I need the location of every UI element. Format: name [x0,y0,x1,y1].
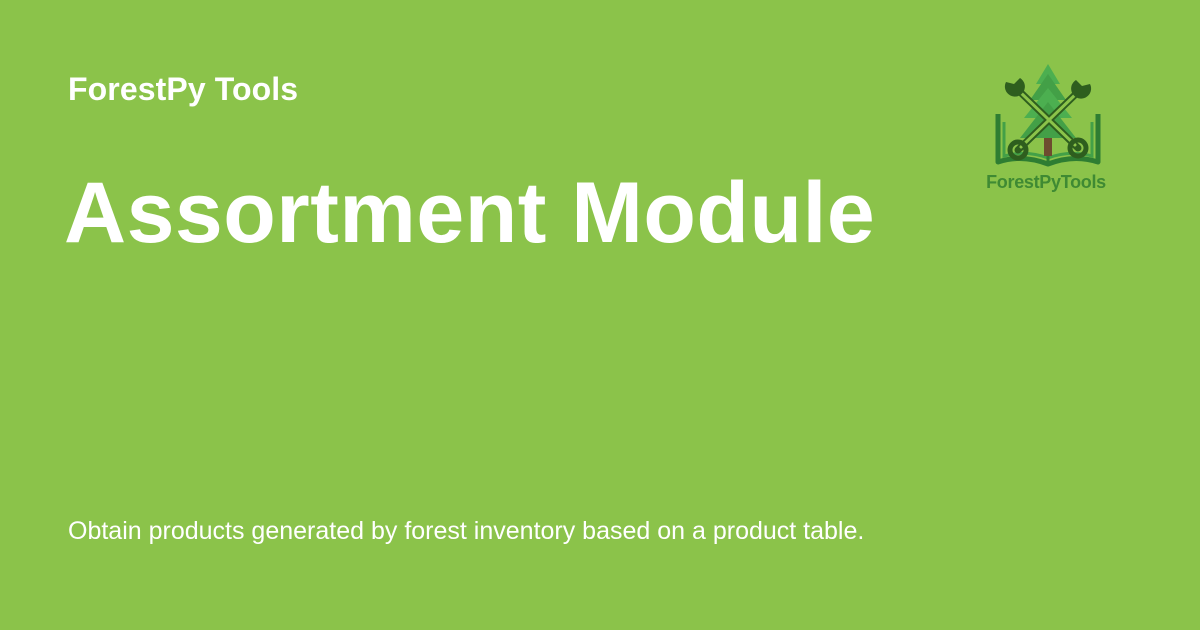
social-card: ForestPy Tools Assortment Module Obtain … [0,0,1200,630]
forestpytools-logo-icon [995,64,1101,167]
page-description: Obtain products generated by forest inve… [68,517,865,545]
forestpytools-logo: ForestPyTools [980,62,1116,196]
site-name: ForestPy Tools [68,71,299,107]
logo-wordmark: ForestPyTools [986,172,1106,192]
page-title: Assortment Module [64,165,876,261]
